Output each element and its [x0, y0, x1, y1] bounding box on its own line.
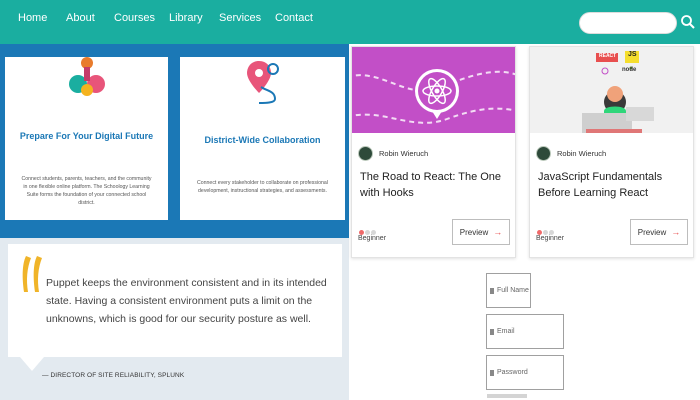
- search-icon[interactable]: [680, 14, 696, 30]
- lock-icon: [490, 370, 494, 376]
- avatar: [358, 145, 373, 161]
- mail-icon: [490, 329, 494, 335]
- testimonial-tail: [20, 357, 44, 371]
- course-title[interactable]: The Road to React: The One with Hooks: [360, 169, 510, 201]
- author-name: Robin Wieruch: [379, 148, 429, 158]
- js-badge: JS: [628, 51, 637, 58]
- form-submit-edge[interactable]: [487, 394, 527, 398]
- nav-contact[interactable]: Contact: [275, 12, 313, 24]
- course-author: Robin Wieruch: [536, 145, 606, 161]
- top-nav: Home About Courses Library Services Cont…: [0, 0, 700, 44]
- email-field[interactable]: Email: [486, 314, 564, 349]
- features-panel: Prepare For Your Digital Future Connect …: [0, 44, 349, 238]
- full-name-field[interactable]: Full Name: [486, 273, 531, 308]
- author-name: Robin Wieruch: [557, 148, 607, 158]
- password-field[interactable]: Password: [486, 355, 564, 390]
- user-icon: [490, 288, 494, 294]
- course-card-road-to-react[interactable]: Robin Wieruch The Road to React: The One…: [351, 46, 516, 258]
- preview-button[interactable]: Preview →: [630, 219, 688, 245]
- quote-mark-icon: [22, 256, 42, 292]
- course-author: Robin Wieruch: [358, 145, 428, 161]
- react-badge: REACT: [599, 53, 617, 59]
- password-label: Password: [497, 369, 528, 376]
- feature-title: District-Wide Collaboration: [204, 135, 321, 145]
- course-thumbnail-react: [352, 47, 515, 133]
- testimonial-card: Puppet keeps the environment consistent …: [8, 244, 342, 357]
- nav-home[interactable]: Home: [18, 12, 47, 24]
- feature-card-collaboration: District-Wide Collaboration Connect ever…: [180, 57, 345, 220]
- testimonial-author: — DIRECTOR OF SITE RELIABILITY, SPLUNK: [42, 372, 185, 379]
- feature-body: Connect every stakeholder to collaborate…: [197, 180, 328, 194]
- developer-illustration-icon: [530, 47, 693, 133]
- nav-about[interactable]: About: [66, 12, 95, 24]
- course-title[interactable]: JavaScript Fundamentals Before Learning …: [538, 169, 688, 201]
- avatar: [536, 145, 551, 161]
- arrow-right-icon: →: [671, 227, 681, 237]
- location-pin-icon: [247, 61, 279, 104]
- feature-title: Prepare For Your Digital Future: [19, 131, 154, 141]
- course-thumbnail-js: REACT JS node: [530, 47, 693, 133]
- course-level: Beginner: [536, 235, 565, 242]
- feature-body: Connect students, parents, teachers, and…: [21, 176, 152, 206]
- feature-card-digital-future: Prepare For Your Digital Future Connect …: [5, 57, 168, 220]
- testimonial-quote: Puppet keeps the environment consistent …: [46, 277, 327, 325]
- preview-label: Preview: [459, 227, 489, 237]
- react-logo-icon: [352, 47, 515, 133]
- nav-courses[interactable]: Courses: [114, 12, 155, 24]
- nav-services[interactable]: Services: [219, 12, 261, 24]
- email-label: Email: [497, 328, 515, 335]
- puzzle-people-icon: [69, 57, 105, 96]
- course-level: Beginner: [358, 235, 387, 242]
- arrow-right-icon: →: [493, 227, 503, 237]
- node-badge: node: [622, 67, 637, 73]
- preview-button[interactable]: Preview →: [452, 219, 510, 245]
- course-card-js-fundamentals[interactable]: REACT JS node Robin Wieruch JavaScript F…: [529, 46, 694, 258]
- search-input[interactable]: [579, 12, 677, 34]
- full-name-label: Full Name: [497, 287, 529, 294]
- nav-library[interactable]: Library: [169, 12, 203, 24]
- preview-label: Preview: [637, 227, 667, 237]
